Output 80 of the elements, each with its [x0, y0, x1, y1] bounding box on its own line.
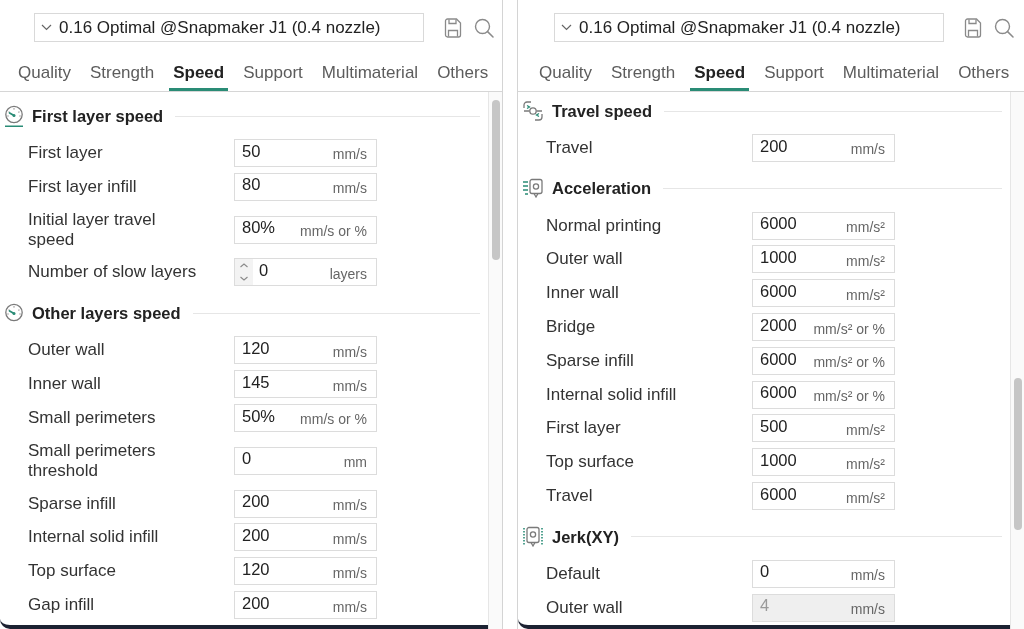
tab[interactable]: Speed [169, 57, 229, 91]
setting-label: Inner wall [27, 373, 102, 396]
tab[interactable]: Quality [535, 57, 596, 91]
path-arrows-icon [522, 100, 544, 122]
caret-icon [41, 24, 52, 31]
number-field[interactable]: 500 mm/s² [752, 414, 895, 443]
search-icon[interactable] [994, 17, 1014, 38]
scrollbar-thumb[interactable] [1014, 378, 1022, 530]
tab[interactable]: Support [760, 57, 828, 91]
number-field[interactable]: 2000 mm/s² or % [752, 313, 895, 342]
setting-label: Number of slow layers [27, 261, 198, 284]
tab[interactable]: Multimaterial [317, 57, 423, 91]
setting-label: Top surface [27, 560, 117, 583]
spinner-arrows-icon[interactable] [235, 259, 253, 286]
setting-label: Sparse infill [27, 492, 117, 515]
number-field[interactable]: 6000 mm/s² [752, 482, 895, 511]
setting-label: Outer wall [545, 596, 624, 619]
section-title: Acceleration [552, 178, 652, 200]
number-field[interactable]: 120 mm/s [234, 336, 377, 365]
tab[interactable]: Others [954, 57, 1014, 91]
setting-label: Travel [545, 485, 594, 508]
number-field[interactable]: 0 mm [234, 446, 377, 475]
tab[interactable]: Support [239, 57, 307, 91]
number-field[interactable]: 145 mm/s [234, 370, 377, 399]
print-head-dots-icon [522, 525, 544, 548]
setting-label: First layer infill [27, 175, 138, 198]
setting-label: Default [545, 562, 601, 585]
number-field[interactable]: 80% mm/s or % [234, 215, 377, 244]
section-title: First layer speed [32, 105, 164, 127]
setting-label: First layer [545, 417, 622, 440]
setting-label: Gap infill [27, 594, 96, 617]
setting-label: Small perimeters [27, 406, 157, 429]
search-icon[interactable] [474, 17, 494, 38]
save-icon[interactable] [964, 17, 982, 38]
number-field[interactable]: 200 mm/s [234, 523, 377, 552]
setting-label: Internal solid infill [27, 526, 160, 549]
print-head-lines-icon [522, 177, 544, 200]
tab[interactable]: Speed [690, 57, 750, 91]
tab[interactable]: Strength [85, 57, 159, 91]
setting-label: Top surface [545, 451, 635, 474]
setting-label: Outer wall [545, 248, 624, 271]
setting-label: Small perimeters threshold [27, 439, 157, 482]
spin-field[interactable]: 0 layers [234, 258, 377, 287]
number-field[interactable]: 50% mm/s or % [234, 403, 377, 432]
tab[interactable]: Multimaterial [838, 57, 944, 91]
number-field[interactable]: 200 mm/s [234, 489, 377, 518]
setting-label: Inner wall [545, 282, 620, 305]
number-field[interactable]: 200 mm/s [234, 591, 377, 620]
number-field[interactable]: 50 mm/s [234, 138, 377, 167]
setting-label: First layer [27, 141, 104, 164]
caret-icon [561, 24, 572, 31]
setting-label: Initial layer travel speed [27, 208, 157, 251]
number-field[interactable]: 6000 mm/s² or % [752, 346, 895, 375]
scrollbar-thumb[interactable] [492, 100, 500, 260]
setting-label: Internal solid infill [545, 383, 678, 406]
setting-label: Bridge [545, 316, 597, 339]
setting-label: Outer wall [27, 339, 106, 362]
tab[interactable]: Others [433, 57, 493, 91]
save-icon[interactable] [444, 17, 462, 38]
number-field[interactable]: 6000 mm/s² [752, 279, 895, 308]
number-field[interactable]: 6000 mm/s² [752, 211, 895, 240]
gauge-icon [4, 303, 24, 324]
setting-label: Normal printing [545, 214, 663, 237]
section-title: Jerk(XY) [552, 526, 619, 548]
tab[interactable]: Quality [14, 57, 75, 91]
number-field[interactable]: 6000 mm/s² or % [752, 380, 895, 409]
number-field[interactable]: 120 mm/s [234, 557, 377, 586]
tab[interactable]: Strength [606, 57, 680, 91]
setting-label: Travel [545, 136, 594, 159]
section-title: Other layers speed [32, 303, 181, 324]
number-field[interactable]: 0 mm/s [752, 559, 895, 588]
setting-label: Sparse infill [545, 349, 635, 372]
preset-dropdown[interactable]: 0.16 Optimal @Snapmaker J1 (0.4 nozzle) [554, 13, 944, 42]
section-title: Travel speed [552, 100, 652, 122]
gauge-icon [4, 105, 24, 127]
number-field[interactable]: 200 mm/s [752, 133, 895, 162]
number-field[interactable]: 1000 mm/s² [752, 448, 895, 477]
preset-dropdown[interactable]: 0.16 Optimal @Snapmaker J1 (0.4 nozzle) [34, 13, 424, 42]
number-field[interactable]: 1000 mm/s² [752, 245, 895, 274]
number-field[interactable]: 80 mm/s [234, 172, 377, 201]
